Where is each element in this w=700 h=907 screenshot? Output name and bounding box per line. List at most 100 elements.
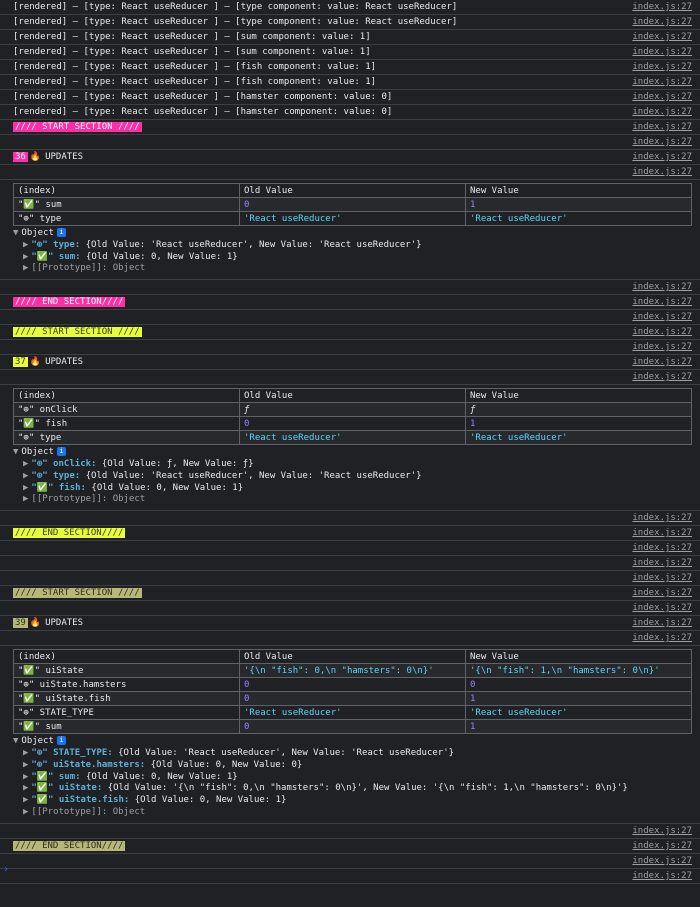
collapse-triangle-icon[interactable]: ▶: [23, 748, 28, 758]
object-property[interactable]: ▶ "⊕" STATE_TYPE: {Old Value: 'React useR…: [13, 748, 700, 760]
info-icon[interactable]: i: [56, 447, 66, 457]
source-link[interactable]: index.js:27: [632, 120, 692, 135]
property-value: {Old Value: 'React useReducer', New Valu…: [112, 747, 455, 758]
source-link[interactable]: index.js:27: [632, 824, 692, 839]
source-link[interactable]: index.js:27: [632, 0, 692, 15]
source-link[interactable]: index.js:27: [632, 370, 692, 385]
source-link[interactable]: index.js:27: [632, 280, 692, 295]
console-prompt[interactable]: ›: [3, 864, 9, 875]
expand-triangle-icon[interactable]: ▼: [13, 447, 18, 457]
source-link[interactable]: index.js:27: [632, 601, 692, 616]
info-icon[interactable]: i: [56, 228, 66, 237]
source-link[interactable]: index.js:27: [632, 511, 692, 526]
collapse-triangle-icon[interactable]: ▶: [23, 471, 28, 481]
object-property[interactable]: ▶ "⊕" uiState.hamsters: {Old Value: 0, Ne…: [13, 760, 700, 772]
object-property[interactable]: ▶ "✅" uiState: {Old Value: '{\n "fish": 0…: [13, 783, 700, 795]
property-value: {Old Value: 0, New Value: 1}: [80, 251, 238, 262]
collapse-triangle-icon[interactable]: ▶: [23, 494, 28, 504]
collapse-triangle-icon[interactable]: ▶: [23, 795, 28, 805]
source-link[interactable]: index.js:27: [632, 616, 692, 631]
object-property[interactable]: ▶ "⊕" type: {Old Value: 'React useReducer…: [13, 471, 700, 483]
collapse-triangle-icon[interactable]: ▶: [23, 807, 28, 817]
property-value: {Old Value: '{\n "fish": 0,\n "hamsters"…: [102, 783, 628, 794]
source-link[interactable]: index.js:27: [632, 355, 692, 370]
source-link[interactable]: index.js:27: [632, 325, 692, 340]
prototype-property[interactable]: ▶ [[Prototype]]: Object: [13, 807, 700, 819]
source-link[interactable]: index.js:27: [632, 556, 692, 571]
end-section-badge: //// END SECTION////: [13, 840, 126, 851]
source-link[interactable]: index.js:27: [632, 526, 692, 541]
object-property[interactable]: ▶ "⊕" onClick: {Old Value: ƒ, New Value: …: [13, 459, 700, 471]
object-tree: ▼ Object i ▶ "⊕" STATE_TYPE: {Old Value: 'Re…: [13, 736, 700, 819]
collapse-triangle-icon[interactable]: ▶: [23, 240, 28, 250]
new-value-cell: 'React useReducer': [465, 430, 692, 446]
object-label: Object: [21, 736, 54, 747]
source-link[interactable]: index.js:27: [632, 45, 692, 60]
source-link[interactable]: index.js:27: [632, 839, 692, 854]
prototype-property[interactable]: ▶ [[Prototype]]: Object: [13, 263, 700, 275]
old-value-cell: 0: [239, 677, 466, 693]
source-link[interactable]: index.js:27: [632, 295, 692, 310]
prototype-property[interactable]: ▶ [[Prototype]]: Object: [13, 494, 700, 506]
collapse-triangle-icon[interactable]: ▶: [23, 263, 28, 273]
source-link[interactable]: index.js:27: [632, 135, 692, 150]
object-property[interactable]: ▶ "✅" uiState.fish: {Old Value: 0, New Va…: [13, 795, 700, 807]
source-link[interactable]: index.js:27: [632, 854, 692, 869]
object-header[interactable]: ▼ Object i: [13, 447, 700, 459]
updates-line: 39 🔥 UPDATES: [13, 618, 83, 629]
collapse-triangle-icon[interactable]: ▶: [23, 783, 28, 793]
prototype-label: [[Prototype]]: Object: [31, 263, 146, 274]
object-property[interactable]: ▶ "✅" sum: {Old Value: 0, New Value: 1}: [13, 772, 700, 784]
source-link[interactable]: index.js:27: [632, 75, 692, 90]
source-link[interactable]: index.js:27: [632, 310, 692, 325]
collapse-triangle-icon[interactable]: ▶: [23, 459, 28, 469]
object-header[interactable]: ▼ Object i: [13, 228, 700, 240]
update-count-badge: 37: [13, 357, 28, 368]
source-link[interactable]: index.js:27: [632, 631, 692, 646]
object-property[interactable]: ▶ "⊕" type: {Old Value: 'React useReducer…: [13, 240, 700, 252]
index-cell: "⊕" uiState.hamsters: [13, 677, 240, 693]
console-row: index.js:27: [0, 601, 700, 617]
console-row: index.js:27: [0, 280, 700, 296]
property-key: "✅" sum:: [31, 251, 81, 262]
source-link[interactable]: index.js:27: [632, 30, 692, 45]
source-link[interactable]: index.js:27: [632, 586, 692, 601]
expand-triangle-icon[interactable]: ▼: [13, 228, 18, 238]
console-row: [rendered] — [type: React useReducer ] —…: [0, 30, 700, 45]
object-property[interactable]: ▶ "✅" fish: {Old Value: 0, New Value: 1}: [13, 483, 700, 495]
console-row: 37 🔥 UPDATES index.js:27: [0, 355, 700, 371]
object-property[interactable]: ▶ "✅" sum: {Old Value: 0, New Value: 1}: [13, 252, 700, 264]
end-section-badge: //// END SECTION////: [13, 297, 126, 308]
source-link[interactable]: index.js:27: [632, 60, 692, 75]
index-cell: "⊕" type: [13, 211, 240, 226]
source-link[interactable]: index.js:27: [632, 150, 692, 165]
start-section-badge: //// START SECTION ////: [13, 588, 142, 599]
old-value-cell: ƒ: [239, 402, 466, 418]
console-row: index.js:27: [0, 165, 700, 180]
source-link[interactable]: index.js:27: [632, 340, 692, 355]
update-group: (index) Old Value New Value "✅" sum 0 1 "⊕" ty…: [0, 183, 700, 281]
old-value-cell: '{\n "fish": 0,\n "hamsters": 0\n}': [239, 663, 466, 679]
collapse-triangle-icon[interactable]: ▶: [23, 252, 28, 262]
object-header[interactable]: ▼ Object i: [13, 736, 700, 748]
prototype-label: [[Prototype]]: Object: [31, 494, 146, 505]
prototype-label: [[Prototype]]: Object: [31, 806, 146, 817]
new-value-cell: '{\n "fish": 1,\n "hamsters": 0\n}': [465, 663, 692, 679]
source-link[interactable]: index.js:27: [632, 869, 692, 884]
info-icon[interactable]: i: [56, 736, 66, 746]
source-link[interactable]: index.js:27: [632, 571, 692, 586]
console-row: //// START SECTION //// index.js:27: [0, 120, 700, 135]
new-value-cell: 'React useReducer': [465, 211, 692, 226]
collapse-triangle-icon[interactable]: ▶: [23, 483, 28, 493]
source-link[interactable]: index.js:27: [632, 541, 692, 556]
source-link[interactable]: index.js:27: [632, 90, 692, 105]
collapse-triangle-icon[interactable]: ▶: [23, 772, 28, 782]
expand-triangle-icon[interactable]: ▼: [13, 736, 18, 746]
source-link[interactable]: index.js:27: [632, 165, 692, 180]
source-link[interactable]: index.js:27: [632, 15, 692, 30]
property-value: {Old Value: 'React useReducer', New Valu…: [80, 470, 422, 481]
source-link[interactable]: index.js:27: [632, 105, 692, 120]
console-row: //// END SECTION//// index.js:27: [0, 295, 700, 311]
updates-line: 36 🔥 UPDATES: [13, 152, 83, 162]
collapse-triangle-icon[interactable]: ▶: [23, 760, 28, 770]
